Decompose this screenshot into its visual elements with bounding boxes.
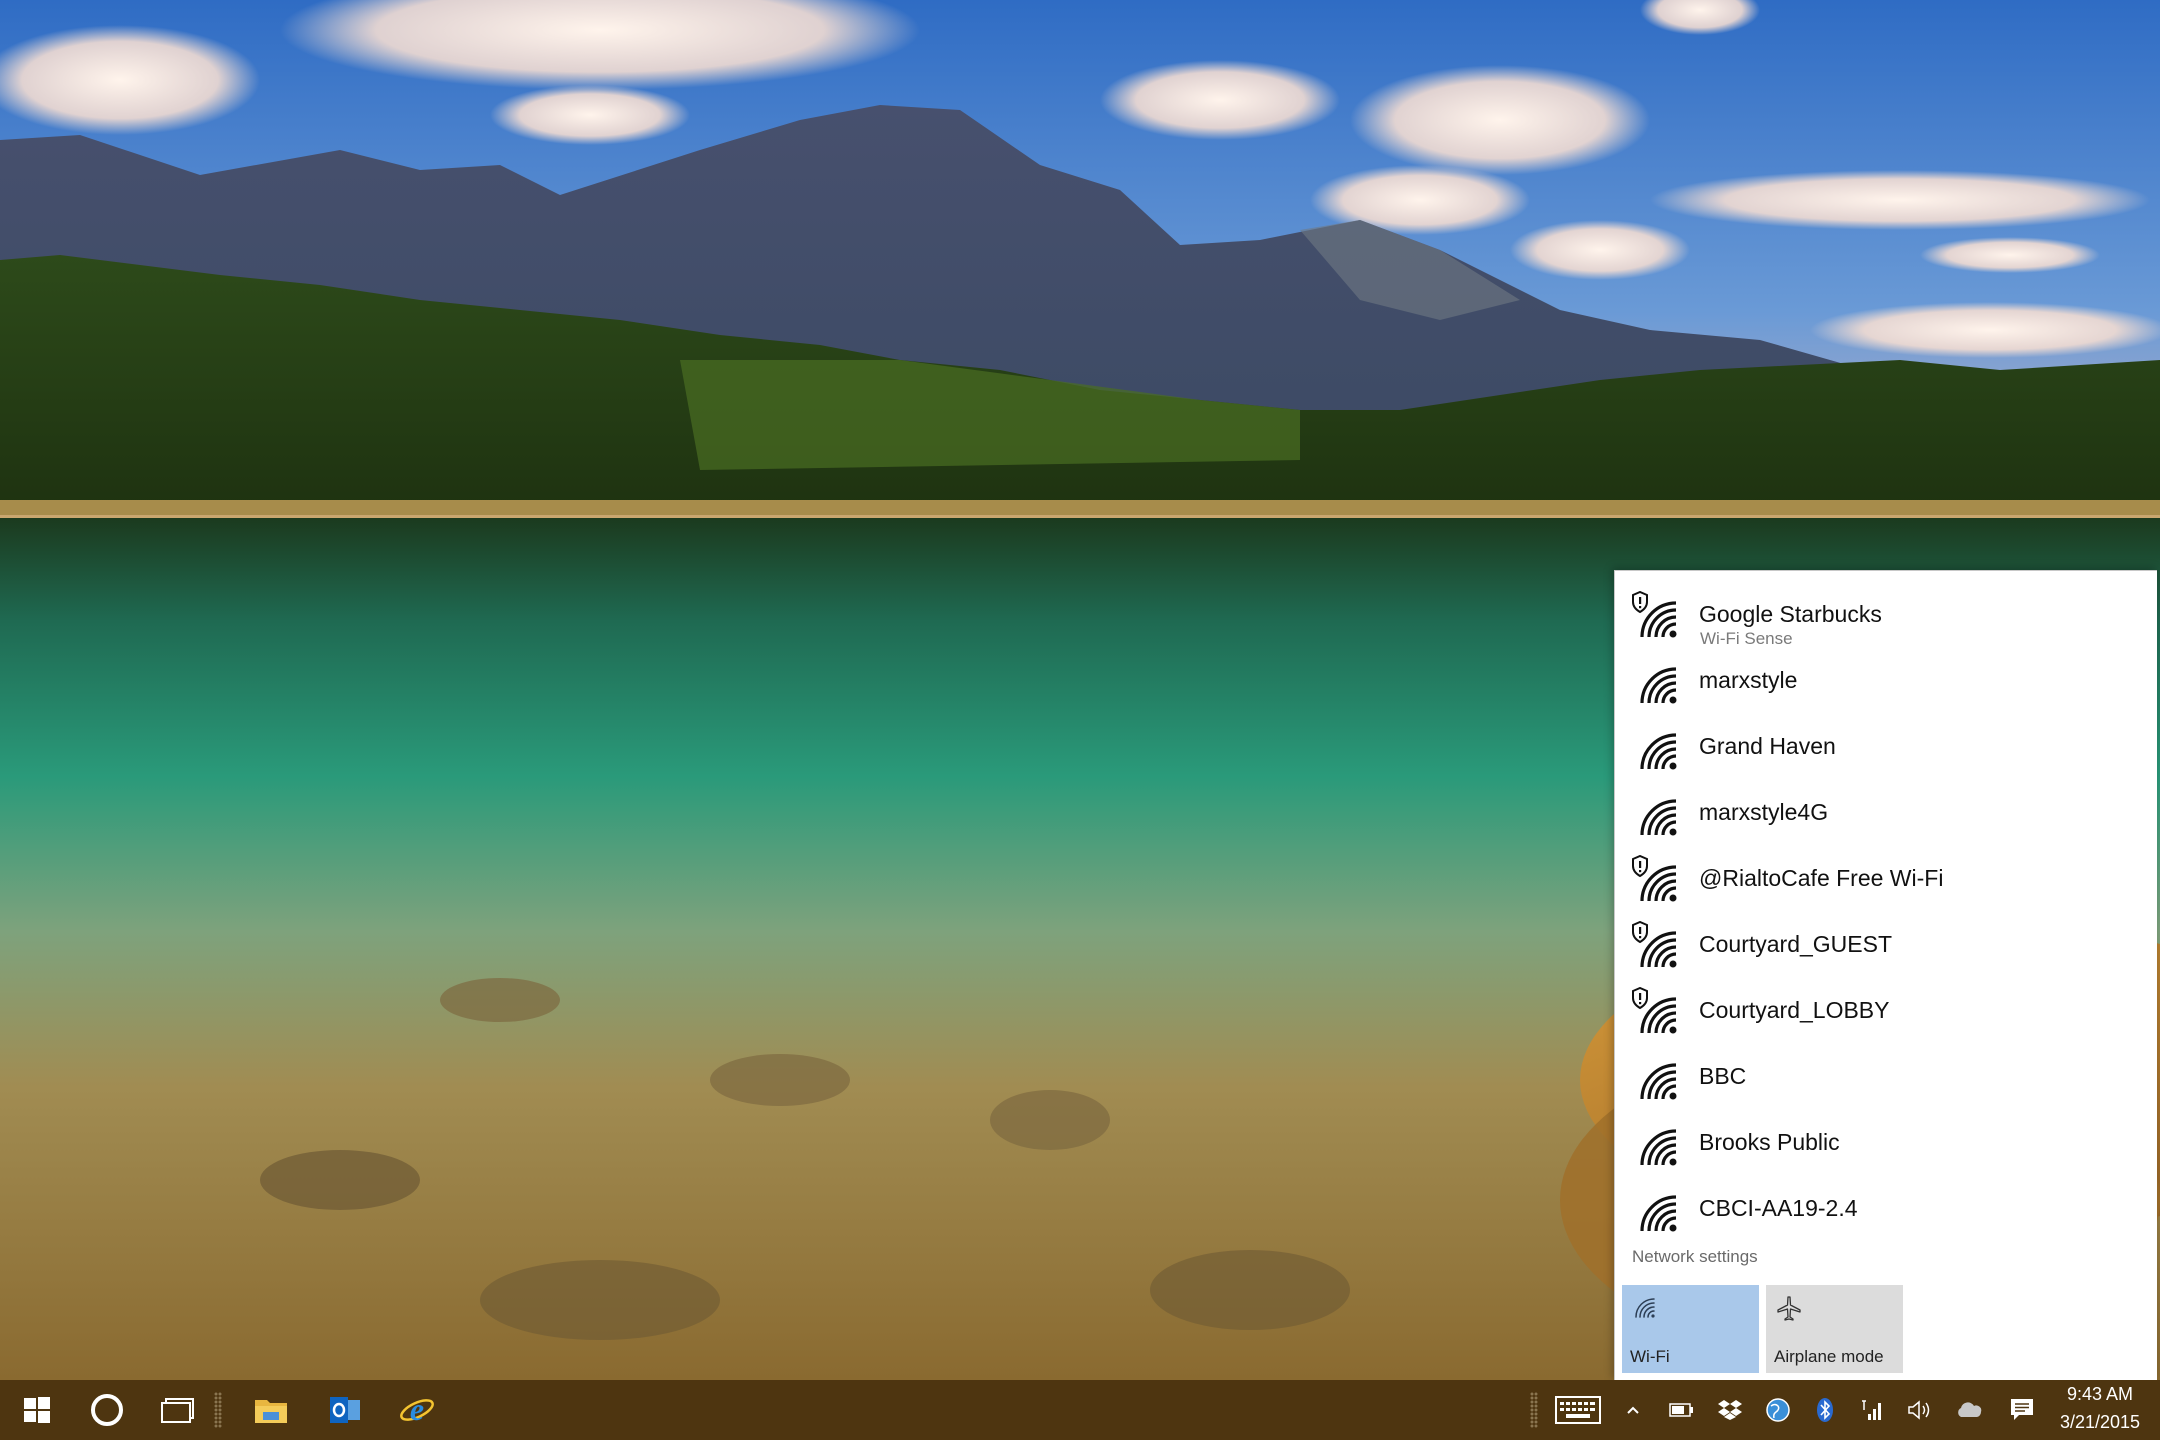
cellular-signal-icon: [1862, 1400, 1881, 1420]
cellular-tray-icon[interactable]: [1856, 1380, 1888, 1440]
network-item[interactable]: Brooks Public: [1615, 1109, 2157, 1175]
dropbox-icon: [1718, 1400, 1742, 1420]
cortana-circle-icon: [91, 1394, 123, 1426]
chevron-up-icon: [1627, 1406, 1639, 1414]
internet-explorer-button[interactable]: e: [392, 1380, 442, 1440]
battery-icon: [1669, 1403, 1693, 1417]
task-view-icon: [161, 1398, 194, 1423]
onedrive-tray-icon[interactable]: [1952, 1380, 1986, 1440]
task-view-button[interactable]: [152, 1380, 202, 1440]
keyboard-icon: [1555, 1396, 1601, 1424]
clock-date[interactable]: 3/21/2015: [2040, 1412, 2160, 1433]
wifi-secured-icon: [1632, 987, 1677, 1034]
network-settings-link[interactable]: Network settings: [1632, 1247, 1758, 1267]
network-name: CBCI-AA19-2.4: [1699, 1195, 1858, 1221]
bluetooth-tray-icon[interactable]: [1810, 1380, 1840, 1440]
wifi-secured-icon: [1632, 855, 1677, 902]
cortana-button[interactable]: [82, 1380, 132, 1440]
outlook-icon: [330, 1397, 360, 1423]
file-explorer-button[interactable]: [246, 1380, 296, 1440]
network-flyout: Google Starbucks Wi-Fi Sense marxstyle Gran…: [1614, 570, 2157, 1381]
svg-text:e: e: [410, 1392, 424, 1427]
folder-icon: [255, 1400, 287, 1423]
wifi-icon: [1640, 733, 1677, 770]
network-name: marxstyle4G: [1699, 799, 1829, 825]
action-center-icon: [2011, 1399, 2033, 1420]
network-item[interactable]: marxstyle4G: [1615, 779, 2157, 845]
network-name: Grand Haven: [1699, 733, 1836, 759]
dropbox-tray-icon[interactable]: [1714, 1380, 1746, 1440]
network-item[interactable]: Courtyard_LOBBY: [1615, 977, 2157, 1043]
network-name: @RialtoCafe Free Wi-Fi: [1699, 865, 1944, 891]
wifi-icon: [1635, 1298, 1655, 1318]
wifi-icon: [1640, 799, 1677, 836]
network-subtitle: Wi-Fi Sense: [1700, 629, 1793, 648]
bluetooth-icon: [1817, 1398, 1833, 1422]
taskbar: e 9:43 AM 3/21/2015: [0, 1380, 2160, 1440]
wifi-secured-icon: [1632, 591, 1677, 638]
airplane-mode-tile[interactable]: Airplane mode: [1766, 1285, 1903, 1373]
outlook-button[interactable]: [320, 1380, 370, 1440]
taskbar-grip[interactable]: [214, 1392, 222, 1428]
airplane-icon: [1777, 1296, 1801, 1321]
network-item[interactable]: Courtyard_GUEST: [1615, 911, 2157, 977]
show-hidden-icons-button[interactable]: [1618, 1380, 1648, 1440]
wifi-secured-icon: [1632, 921, 1677, 968]
wifi-icon: [1640, 1195, 1677, 1232]
network-name: Courtyard_LOBBY: [1699, 997, 1890, 1023]
wifi-icon: [1640, 1063, 1677, 1100]
network-item[interactable]: marxstyle: [1615, 647, 2157, 713]
network-name: marxstyle: [1699, 667, 1798, 693]
action-center-button[interactable]: [2004, 1380, 2040, 1440]
clock-time[interactable]: 9:43 AM: [2040, 1384, 2160, 1405]
globe-icon: [1766, 1398, 1790, 1422]
network-item[interactable]: Grand Haven: [1615, 713, 2157, 779]
volume-icon: [1908, 1400, 1930, 1420]
touch-keyboard-button[interactable]: [1552, 1380, 1604, 1440]
start-button[interactable]: [12, 1380, 62, 1440]
wifi-toggle-tile[interactable]: Wi-Fi: [1622, 1285, 1759, 1373]
airplane-tile-label: Airplane mode: [1774, 1347, 1884, 1366]
network-name: Google Starbucks: [1699, 601, 1882, 627]
network-name: Courtyard_GUEST: [1699, 931, 1893, 957]
tray-grip[interactable]: [1530, 1392, 1538, 1428]
network-name: Brooks Public: [1699, 1129, 1840, 1155]
network-name: BBC: [1699, 1063, 1747, 1089]
internet-explorer-icon: e: [400, 1392, 434, 1427]
windows-logo-icon: [24, 1397, 50, 1423]
battery-tray-icon[interactable]: [1666, 1380, 1698, 1440]
network-item[interactable]: BBC: [1615, 1043, 2157, 1109]
network-item[interactable]: @RialtoCafe Free Wi-Fi: [1615, 845, 2157, 911]
volume-tray-icon[interactable]: [1904, 1380, 1936, 1440]
network-item[interactable]: Google Starbucks Wi-Fi Sense: [1615, 581, 2157, 648]
onedrive-cloud-icon: [1958, 1402, 1982, 1417]
network-item[interactable]: CBCI-AA19-2.4: [1615, 1175, 2157, 1241]
wifi-icon: [1640, 667, 1677, 704]
wifi-icon: [1640, 1129, 1677, 1166]
globe-tray-icon[interactable]: [1762, 1380, 1794, 1440]
wifi-tile-label: Wi-Fi: [1630, 1347, 1670, 1366]
